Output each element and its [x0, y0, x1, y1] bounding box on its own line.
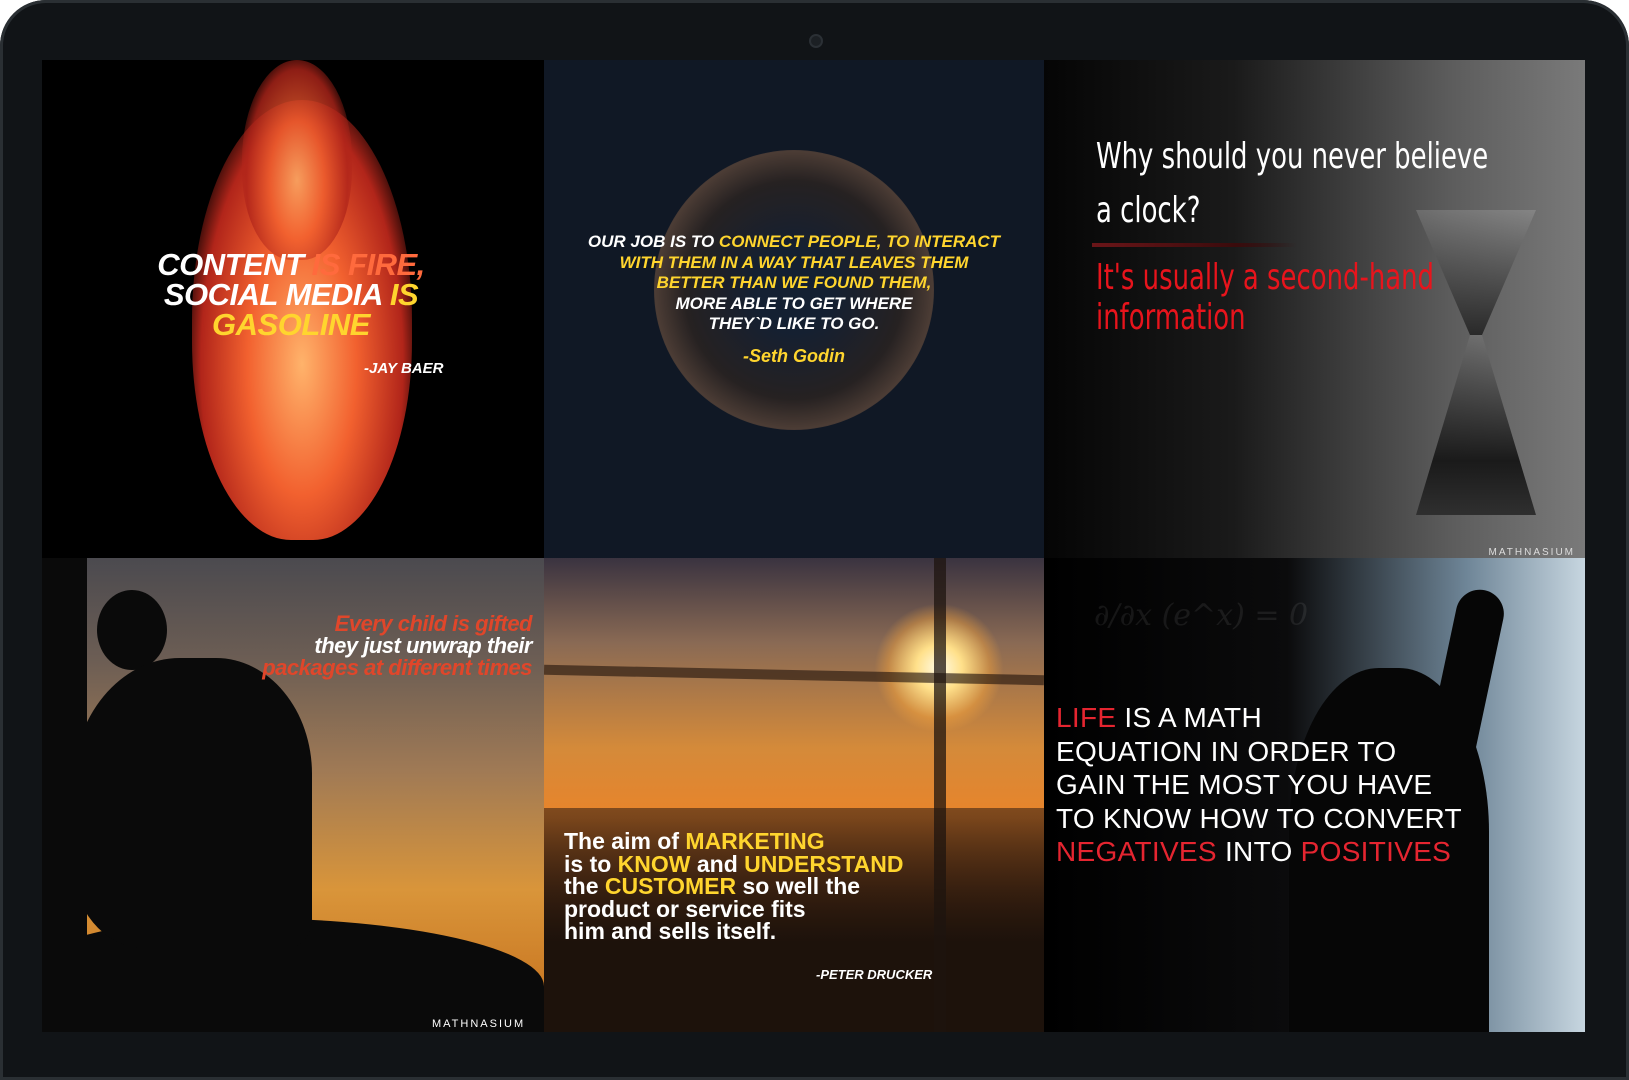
webcam-dot: [809, 34, 823, 48]
quote-author: -Seth Godin: [743, 346, 845, 366]
laptop-frame: CONTENT IS FIRE, SOCIAL MEDIA IS GASOLIN…: [0, 0, 1629, 1080]
watermark-logo: MATHNASIUM: [1488, 547, 1575, 558]
flame-shape: [242, 60, 352, 260]
divider-line: [1092, 243, 1297, 247]
quote-text: Every child is gifted they just unwrap t…: [262, 611, 532, 680]
tile-life-math: ∂/∂x (e^x) = 0 LIFE IS A MATH EQUATION I…: [1044, 558, 1585, 1032]
riddle-answer: It's usually a second-hand information: [1096, 257, 1435, 338]
hourglass-shape: [1416, 335, 1536, 515]
child-head-silhouette: [97, 590, 167, 670]
quote-text: CONTENT IS FIRE, SOCIAL MEDIA IS GASOLIN…: [157, 247, 425, 342]
tile-clock-riddle: Why should you never believe a clock? It…: [1044, 60, 1585, 558]
chalk-formula-decoration: ∂/∂x (e^x) = 0: [1094, 598, 1309, 633]
tile-seth-godin: OUR JOB IS TO CONNECT PEOPLE, TO INTERAC…: [544, 60, 1044, 558]
child-body-silhouette: [72, 658, 312, 948]
watermark-logo: MATHNASIUM: [432, 1018, 526, 1030]
quote-text: The aim of MARKETING is to KNOW and UNDE…: [564, 828, 904, 944]
riddle-question: Why should you never believe a clock?: [1096, 136, 1489, 231]
quote-author: -JAY BAER: [364, 360, 444, 377]
quote-text: LIFE IS A MATH EQUATION IN ORDER TO GAIN…: [1056, 702, 1462, 867]
quote-text: OUR JOB IS TO CONNECT PEOPLE, TO INTERAC…: [587, 232, 1001, 333]
tree-silhouette: [42, 558, 87, 1032]
tile-every-child-gifted: Every child is gifted they just unwrap t…: [42, 558, 544, 1032]
quote-author: -PETER DRUCKER: [816, 967, 933, 982]
tile-content-is-fire: CONTENT IS FIRE, SOCIAL MEDIA IS GASOLIN…: [42, 60, 544, 558]
window-frame: [934, 558, 946, 1032]
screen-grid: CONTENT IS FIRE, SOCIAL MEDIA IS GASOLIN…: [42, 60, 1585, 1032]
tile-peter-drucker: The aim of MARKETING is to KNOW and UNDE…: [544, 558, 1044, 1032]
